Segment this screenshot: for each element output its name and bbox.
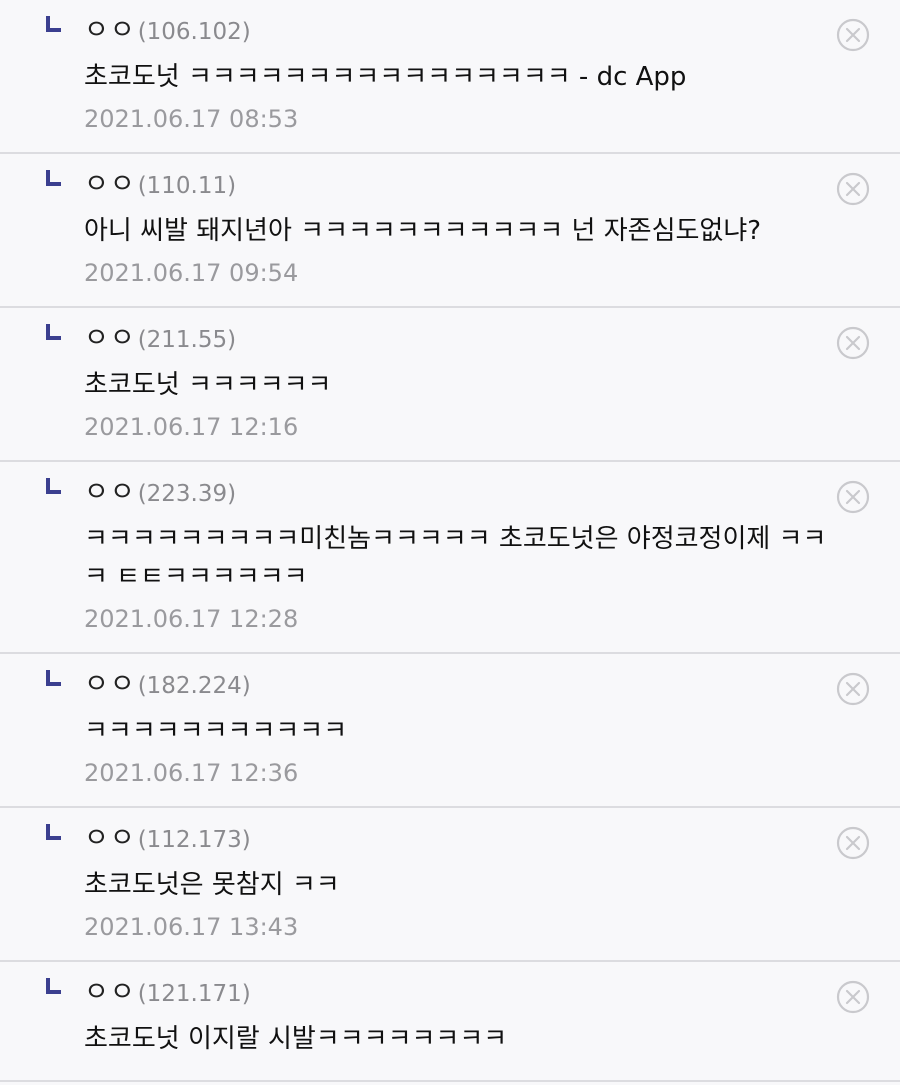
reply-timestamp: 2021.06.17 13:43 [84, 913, 299, 941]
reply-corner-icon [46, 16, 61, 32]
author-ip: (112.173) [137, 827, 251, 853]
author-nickname[interactable]: ㅇㅇ [84, 477, 136, 508]
reply-item: ㅇㅇ(112.173) 초코도넛은 못참지 ㅋㅋ 2021.06.17 13:4… [0, 808, 900, 962]
close-circle-icon [836, 326, 870, 360]
reply-text: ㅋㅋㅋㅋㅋㅋㅋㅋㅋ미친놈ㅋㅋㅋㅋㅋ 초코도넛은 야정코정이제 ㅋㅋㅋ ㅌㅌㅋㅋㅋ… [84, 524, 827, 592]
reply-text: 아니 씨발 돼지년아 ㅋㅋㅋㅋㅋㅋㅋㅋㅋㅋㅋ 넌 자존심도없냐? [84, 216, 762, 246]
reply-meta: ㅇㅇ(223.39) [84, 476, 900, 510]
reply-corner-icon [46, 670, 61, 686]
delete-button[interactable] [836, 326, 870, 360]
reply-meta: ㅇㅇ(110.11) [84, 168, 900, 202]
reply-corner-icon [46, 478, 61, 494]
close-circle-icon [836, 826, 870, 860]
reply-item: ㅇㅇ(106.102) 초코도넛 ㅋㅋㅋㅋㅋㅋㅋㅋㅋㅋㅋㅋㅋㅋㅋㅋ - dc A… [0, 0, 900, 154]
reply-text: 초코도넛 이지랄 시발ㅋㅋㅋㅋㅋㅋㅋㅋ [84, 1024, 508, 1054]
author-nickname[interactable]: ㅇㅇ [84, 15, 136, 46]
author-nickname[interactable]: ㅇㅇ [84, 323, 136, 354]
reply-timestamp: 2021.06.17 09:54 [84, 259, 299, 287]
delete-button[interactable] [836, 172, 870, 206]
author-nickname[interactable]: ㅇㅇ [84, 669, 136, 700]
reply-corner-icon [46, 324, 61, 340]
author-ip: (223.39) [137, 481, 237, 507]
author-ip: (121.171) [137, 981, 251, 1007]
reply-text: 초코도넛 ㅋㅋㅋㅋㅋㅋ [84, 370, 332, 400]
reply-timestamp: 2021.06.17 12:28 [84, 605, 299, 633]
author-ip: (211.55) [137, 327, 237, 353]
reply-text: 초코도넛은 못참지 ㅋㅋ [84, 870, 340, 900]
close-circle-icon [836, 172, 870, 206]
author-ip: (182.224) [137, 673, 251, 699]
author-nickname[interactable]: ㅇㅇ [84, 823, 136, 854]
reply-item: ㅇㅇ(121.171) 초코도넛 이지랄 시발ㅋㅋㅋㅋㅋㅋㅋㅋ [0, 962, 900, 1082]
reply-meta: ㅇㅇ(121.171) [84, 976, 900, 1010]
reply-item: ㅇㅇ(211.55) 초코도넛 ㅋㅋㅋㅋㅋㅋ 2021.06.17 12:16 [0, 308, 900, 462]
delete-button[interactable] [836, 980, 870, 1014]
reply-meta: ㅇㅇ(112.173) [84, 822, 900, 856]
reply-meta: ㅇㅇ(211.55) [84, 322, 900, 356]
delete-button[interactable] [836, 480, 870, 514]
reply-timestamp: 2021.06.17 12:16 [84, 413, 299, 441]
author-nickname[interactable]: ㅇㅇ [84, 169, 136, 200]
reply-meta: ㅇㅇ(182.224) [84, 668, 900, 702]
author-nickname[interactable]: ㅇㅇ [84, 977, 136, 1008]
reply-timestamp: 2021.06.17 12:36 [84, 759, 299, 787]
delete-button[interactable] [836, 18, 870, 52]
reply-corner-icon [46, 170, 61, 186]
reply-text: 초코도넛 ㅋㅋㅋㅋㅋㅋㅋㅋㅋㅋㅋㅋㅋㅋㅋㅋ - dc App [84, 62, 687, 92]
reply-list: ㅇㅇ(106.102) 초코도넛 ㅋㅋㅋㅋㅋㅋㅋㅋㅋㅋㅋㅋㅋㅋㅋㅋ - dc A… [0, 0, 900, 1085]
reply-timestamp: 2021.06.17 08:53 [84, 105, 299, 133]
close-circle-icon [836, 672, 870, 706]
reply-text: ㅋㅋㅋㅋㅋㅋㅋㅋㅋㅋㅋ [84, 716, 348, 746]
close-circle-icon [836, 980, 870, 1014]
delete-button[interactable] [836, 826, 870, 860]
author-ip: (106.102) [137, 19, 251, 45]
close-circle-icon [836, 18, 870, 52]
reply-corner-icon [46, 978, 61, 994]
delete-button[interactable] [836, 672, 870, 706]
reply-meta: ㅇㅇ(106.102) [84, 14, 900, 48]
close-circle-icon [836, 480, 870, 514]
reply-item: ㅇㅇ(110.11) 아니 씨발 돼지년아 ㅋㅋㅋㅋㅋㅋㅋㅋㅋㅋㅋ 넌 자존심도… [0, 154, 900, 308]
author-ip: (110.11) [137, 173, 237, 199]
reply-corner-icon [46, 824, 61, 840]
reply-item: ㅇㅇ(223.39) ㅋㅋㅋㅋㅋㅋㅋㅋㅋ미친놈ㅋㅋㅋㅋㅋ 초코도넛은 야정코정이… [0, 462, 900, 654]
reply-item: ㅇㅇ(182.224) ㅋㅋㅋㅋㅋㅋㅋㅋㅋㅋㅋ 2021.06.17 12:36 [0, 654, 900, 808]
